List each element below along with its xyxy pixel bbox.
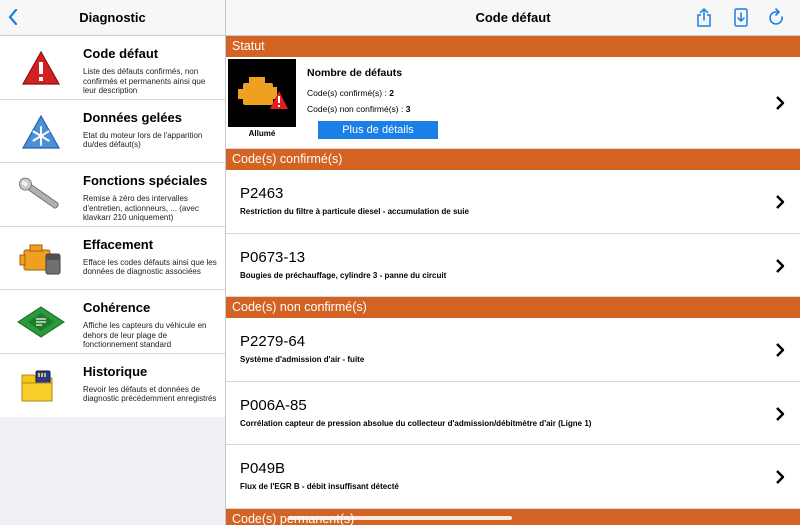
sidebar-item-desc: Remise à zéro des intervalles d'entretie… bbox=[83, 194, 199, 222]
refresh-icon[interactable] bbox=[768, 8, 786, 28]
chevron-right-icon[interactable] bbox=[774, 95, 786, 111]
sidebar-item-coherence[interactable]: Cohérence Affiche les capteurs du véhicu… bbox=[0, 290, 225, 354]
code-desc: Bougies de préchauffage, cylindre 3 - pa… bbox=[240, 270, 447, 280]
sidebar-item-title: Code défaut bbox=[83, 46, 159, 61]
code-id: P049B bbox=[240, 460, 286, 477]
details-button[interactable]: Plus de détails bbox=[318, 121, 438, 139]
code-desc: Corrélation capteur de pression absolue … bbox=[240, 418, 592, 428]
back-chevron-icon[interactable] bbox=[6, 7, 20, 27]
code-desc: Flux de l'EGR B - débit insuffisant déte… bbox=[240, 482, 399, 491]
code-id: P006A-85 bbox=[240, 396, 307, 414]
sidebar-item-desc: Etat du moteur lors de l'apparition du/d… bbox=[83, 130, 203, 150]
main-header: Code défaut bbox=[226, 0, 800, 36]
home-indicator[interactable] bbox=[288, 516, 512, 520]
chevron-right-icon[interactable] bbox=[774, 469, 786, 485]
statut-row[interactable]: Allumé Nombre de défauts Code(s) confirm… bbox=[226, 57, 800, 149]
code-row[interactable]: P006A-85 Corrélation capteur de pression… bbox=[226, 381, 800, 445]
sidebar: Diagnostic Code défaut Liste des défauts… bbox=[0, 0, 226, 525]
code-row[interactable]: P0673-13 Bougies de préchauffage, cylind… bbox=[226, 233, 800, 297]
chevron-right-icon[interactable] bbox=[774, 258, 786, 274]
sidebar-item-desc: Revoir les défauts et données de diagnos… bbox=[83, 384, 217, 404]
share-icon[interactable] bbox=[695, 8, 713, 28]
circuit-board-icon bbox=[14, 302, 68, 342]
sidebar-item-title: Cohérence bbox=[83, 300, 151, 315]
code-id: P2279-64 bbox=[240, 333, 306, 350]
section-statut: Statut bbox=[226, 36, 800, 57]
folder-sdcard-icon bbox=[14, 366, 68, 406]
sidebar-header: Diagnostic bbox=[0, 0, 225, 36]
code-row[interactable]: P049B Flux de l'EGR B - débit insuffisan… bbox=[226, 445, 800, 509]
sidebar-item-title: Fonctions spéciales bbox=[83, 173, 208, 188]
chevron-right-icon[interactable] bbox=[774, 194, 786, 210]
code-desc: Restriction du filtre à particule diesel… bbox=[240, 207, 469, 216]
save-report-icon[interactable] bbox=[732, 8, 750, 28]
sidebar-item-historique[interactable]: Historique Revoir les défauts et données… bbox=[0, 354, 225, 418]
unconfirmed-count: 3 bbox=[405, 104, 411, 114]
sidebar-item-title: Effacement bbox=[83, 236, 154, 252]
code-row[interactable]: P2463 Restriction du filtre à particule … bbox=[226, 170, 800, 234]
sidebar-item-title: Données gelées bbox=[83, 109, 182, 125]
sidebar-item-donnees-gelees[interactable]: Données gelées Etat du moteur lors de l'… bbox=[0, 100, 225, 163]
engine-status-label: Allumé bbox=[248, 129, 276, 138]
section-unconfirmed: Code(s) non confirmé(s) bbox=[226, 297, 800, 318]
engine-warning-icon bbox=[228, 59, 296, 127]
snowflake-icon bbox=[14, 112, 68, 152]
code-id: P0673-13 bbox=[240, 248, 306, 266]
warning-icon bbox=[14, 48, 68, 88]
sidebar-item-desc: Liste des défauts confirmés, non confirm… bbox=[83, 67, 206, 95]
sidebar-item-desc: Efface les codes défauts ainsi que les d… bbox=[83, 257, 217, 277]
code-desc: Système d'admission d'air - fuite bbox=[240, 355, 365, 364]
confirmed-count-line: Code(s) confirmé(s) : 2 bbox=[307, 88, 394, 98]
sidebar-item-effacement[interactable]: Effacement Efface les codes défauts ains… bbox=[0, 227, 225, 290]
section-confirmed: Code(s) confirmé(s) bbox=[226, 149, 800, 170]
sidebar-item-code-defaut[interactable]: Code défaut Liste des défauts confirmés,… bbox=[0, 36, 225, 100]
sidebar-item-fonctions-speciales[interactable]: Fonctions spéciales Remise à zéro des in… bbox=[0, 163, 225, 227]
code-id: P2463 bbox=[240, 185, 284, 202]
chevron-right-icon[interactable] bbox=[774, 406, 786, 422]
sidebar-item-desc: Affiche les capteurs du véhicule en deho… bbox=[83, 321, 207, 349]
chevron-right-icon[interactable] bbox=[774, 342, 786, 358]
code-row[interactable]: P2279-64 Système d'admission d'air - fui… bbox=[226, 318, 800, 382]
main-panel: Code défaut Statut Allumé Nombre de défa… bbox=[226, 0, 800, 525]
sidebar-list: Code défaut Liste des défauts confirmés,… bbox=[0, 36, 225, 417]
engine-eraser-icon bbox=[14, 239, 68, 279]
statut-title: Nombre de défauts bbox=[307, 67, 403, 79]
wrench-icon bbox=[14, 175, 68, 215]
sidebar-item-title: Historique bbox=[83, 363, 148, 379]
unconfirmed-count-line: Code(s) non confirmé(s) : 3 bbox=[307, 104, 411, 114]
page-title: Code défaut bbox=[475, 10, 551, 25]
sidebar-title: Diagnostic bbox=[79, 10, 146, 25]
confirmed-count: 2 bbox=[389, 88, 394, 98]
